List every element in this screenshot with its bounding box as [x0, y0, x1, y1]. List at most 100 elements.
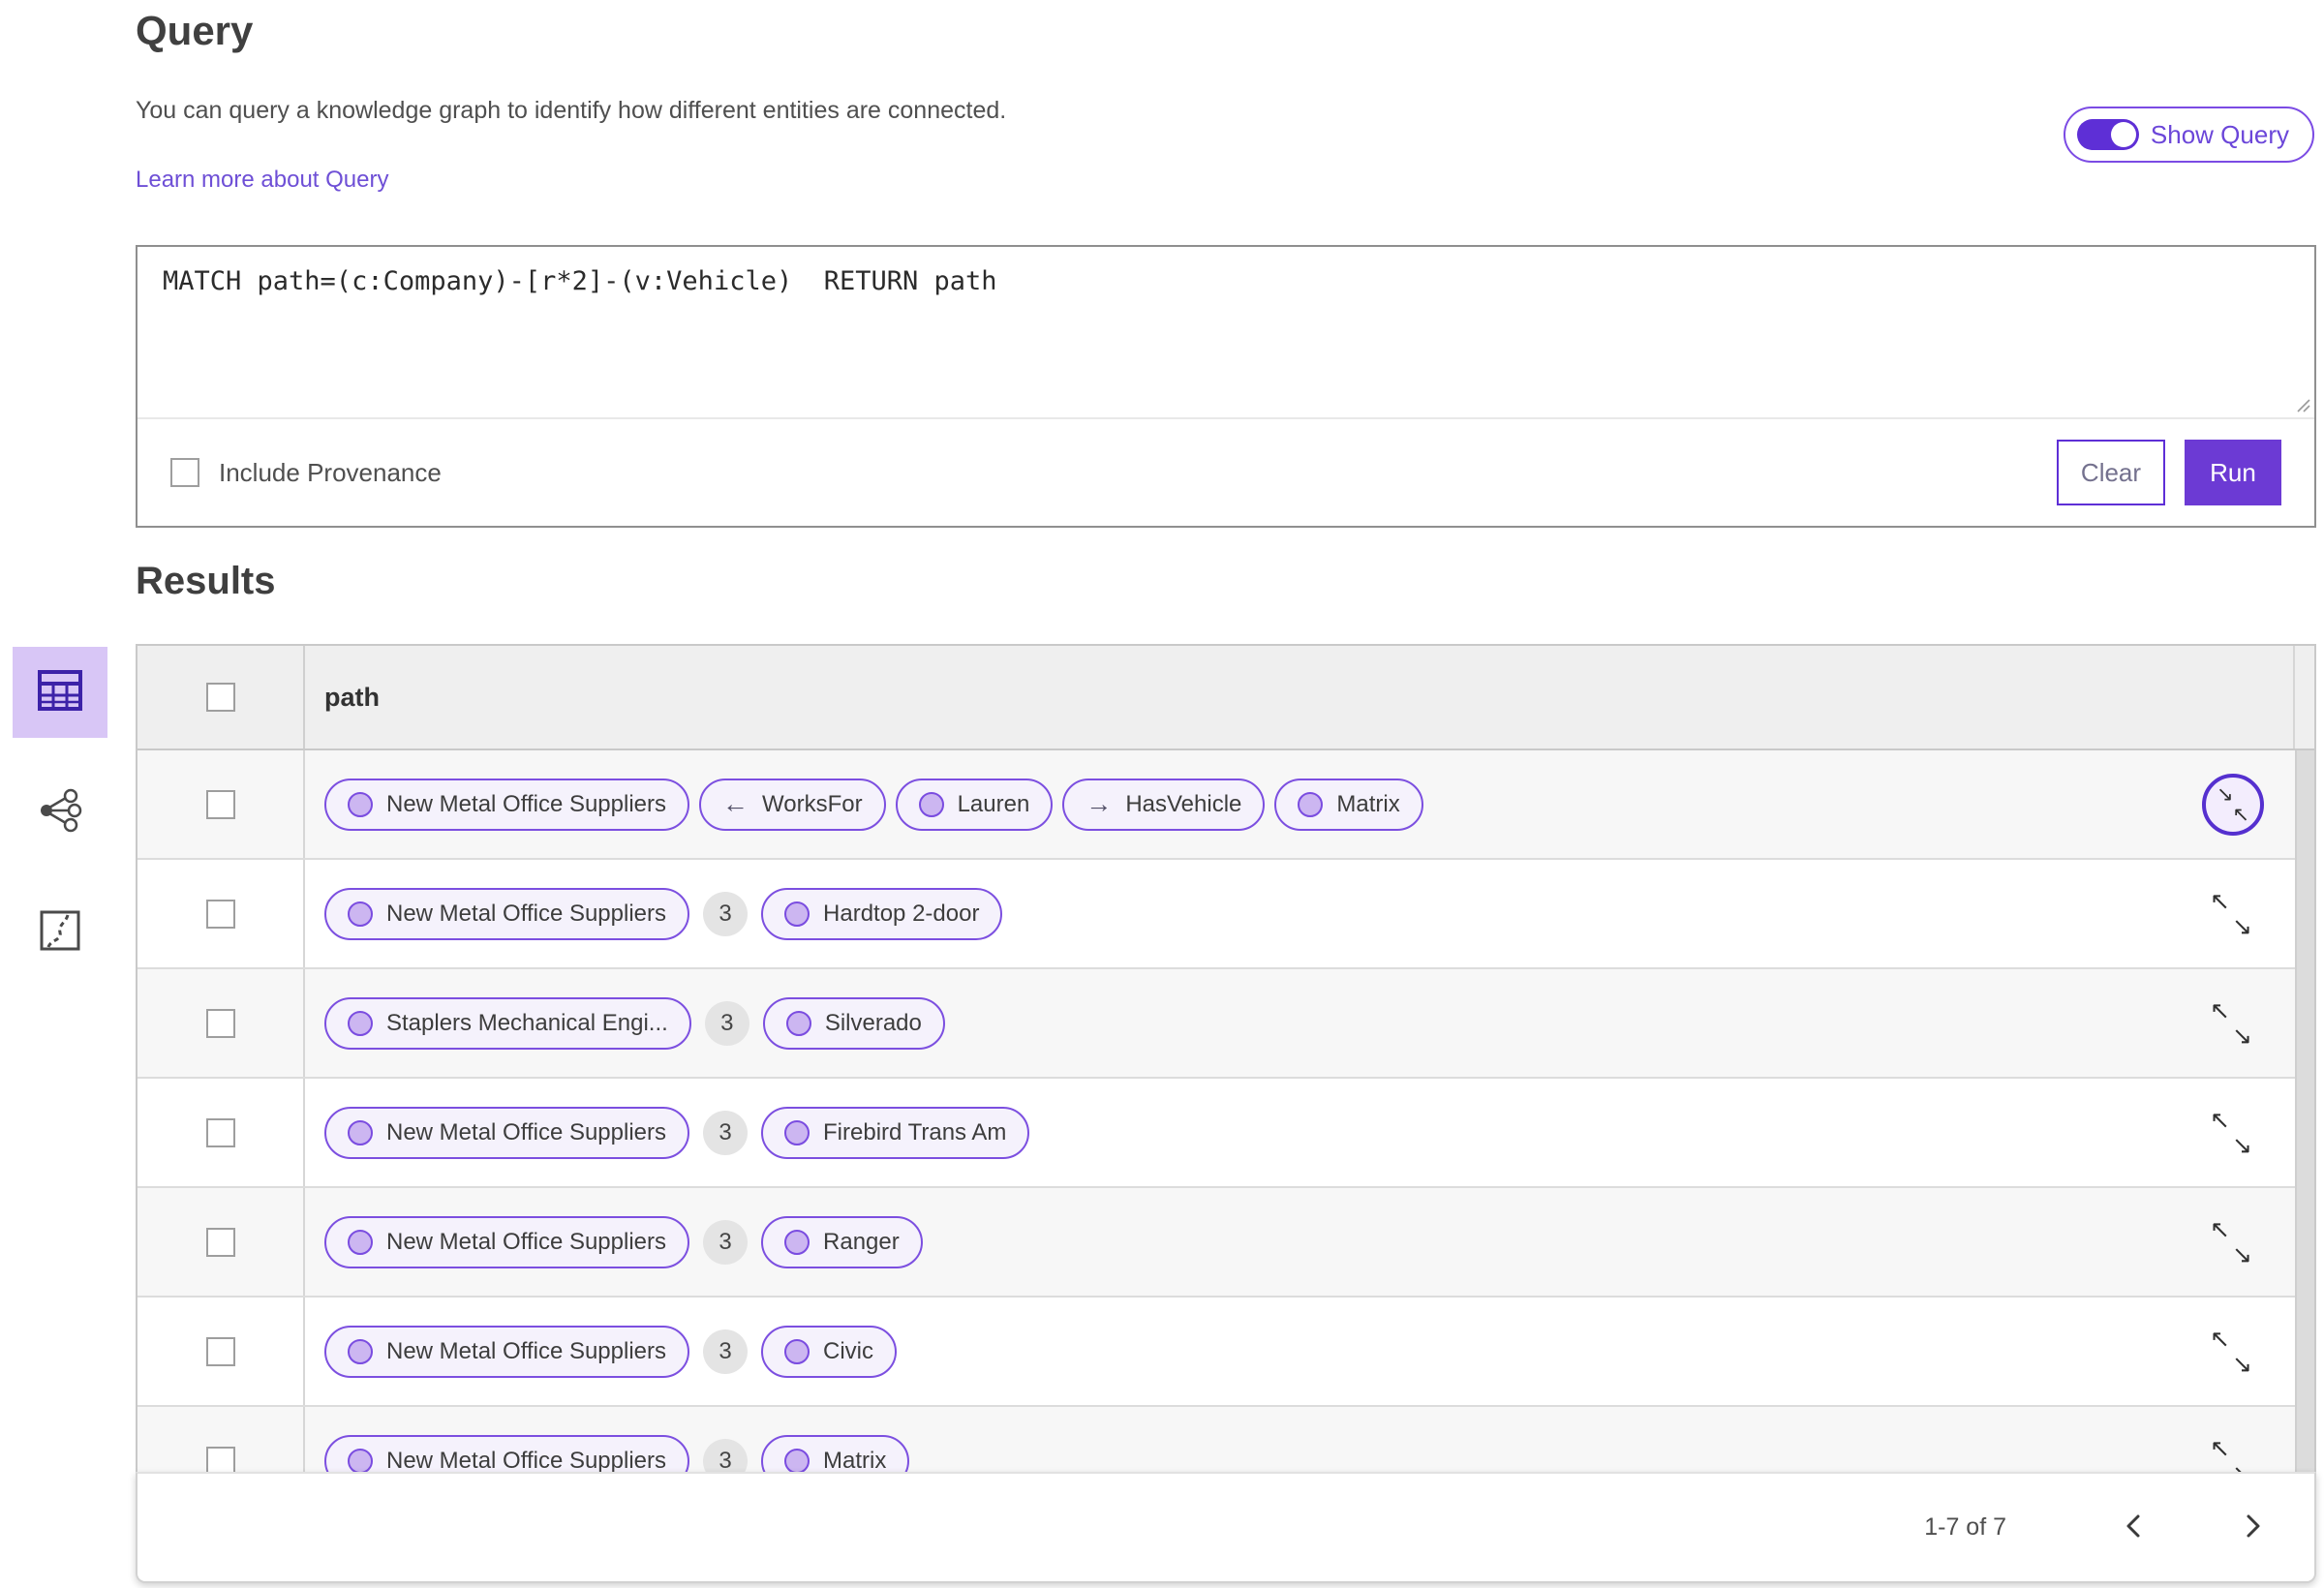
entity-node-icon	[1298, 791, 1324, 817]
entity-label: New Metal Office Suppliers	[386, 900, 667, 927]
select-all-checkbox[interactable]	[205, 683, 235, 712]
entity-pill[interactable]: Ranger	[761, 1215, 923, 1268]
link-chart-view-icon	[38, 788, 82, 838]
entity-pill[interactable]: Lauren	[895, 778, 1054, 831]
previous-page-button[interactable]	[2113, 1507, 2156, 1549]
include-provenance-checkbox[interactable]	[170, 458, 199, 487]
row-checkbox[interactable]	[205, 789, 235, 819]
pagination-range-label: 1-7 of 7	[1924, 1513, 2006, 1541]
entity-pill[interactable]: New Metal Office Suppliers	[324, 887, 690, 940]
expand-row-button[interactable]: ↖↘	[2208, 997, 2254, 1050]
results-title: Results	[136, 560, 276, 602]
entity-pill[interactable]: Hardtop 2-door	[761, 887, 1003, 940]
page-description: You can query a knowledge graph to ident…	[136, 97, 1007, 124]
entity-label: Civic	[823, 1337, 874, 1364]
expand-arrows-icon: ↖	[2210, 1106, 2230, 1134]
row-checkbox[interactable]	[205, 1008, 235, 1038]
show-query-toggle[interactable]: Show Query	[2063, 107, 2314, 163]
query-input[interactable]: MATCH path=(c:Company)-[r*2]-(v:Vehicle)…	[138, 247, 2314, 417]
row-checkbox-cell	[138, 860, 305, 967]
table-view-button[interactable]	[13, 647, 107, 738]
scroll-gutter-header	[2293, 646, 2314, 748]
link-chart-view-button[interactable]	[13, 767, 107, 858]
collapsed-hops-count-badge[interactable]: 3	[703, 1328, 749, 1374]
collapsed-hops-count-badge[interactable]: 3	[703, 1438, 749, 1472]
clear-button[interactable]: Clear	[2057, 440, 2165, 505]
entity-node-icon	[348, 1010, 373, 1036]
entity-label: Firebird Trans Am	[823, 1118, 1007, 1145]
path-column-header: path	[324, 682, 380, 712]
collapsed-hops-count-badge[interactable]: 3	[703, 891, 749, 936]
expand-row-button[interactable]: ↖↘	[2208, 1325, 2254, 1378]
relationship-pill[interactable]: → HasVehicle	[1062, 778, 1266, 831]
collapse-arrows-icon: ↖	[2232, 803, 2249, 826]
collapsed-hops-count-badge[interactable]: 3	[703, 1110, 749, 1155]
run-button[interactable]: Run	[2185, 440, 2281, 505]
select-all-cell	[138, 646, 305, 748]
entity-pill[interactable]: New Metal Office Suppliers	[324, 1106, 690, 1159]
entity-pill[interactable]: Firebird Trans Am	[761, 1106, 1030, 1159]
expand-row-button[interactable]: ↖↘	[2208, 1216, 2254, 1268]
row-checkbox-cell	[138, 1407, 305, 1472]
path-cell: Staplers Mechanical Engi... 3 Silverado	[305, 996, 2314, 1050]
expand-arrows-icon: ↘	[2232, 1459, 2252, 1473]
entity-label: Lauren	[957, 790, 1030, 817]
relationship-label: WorksFor	[762, 790, 863, 817]
relationship-pill[interactable]: ← WorksFor	[699, 778, 886, 831]
toggle-knob	[2110, 122, 2136, 147]
query-panel: MATCH path=(c:Company)-[r*2]-(v:Vehicle)…	[136, 245, 2316, 528]
entity-node-icon	[348, 901, 373, 927]
row-checkbox[interactable]	[205, 899, 235, 929]
entity-label: Matrix	[1336, 790, 1400, 817]
expand-arrows-icon: ↖	[2210, 1325, 2230, 1353]
entity-label: Matrix	[823, 1447, 887, 1473]
row-checkbox[interactable]	[205, 1446, 235, 1472]
entity-label: Silverado	[824, 1009, 922, 1036]
entity-node-icon	[918, 791, 944, 817]
entity-pill[interactable]: Civic	[761, 1325, 898, 1378]
entity-node-icon	[348, 791, 373, 817]
collapsed-hops-count-badge[interactable]: 3	[703, 1219, 749, 1265]
learn-more-link[interactable]: Learn more about Query	[136, 167, 388, 194]
entity-node-icon	[784, 901, 810, 927]
expand-arrows-icon: ↘	[2232, 1240, 2252, 1268]
map-view-button[interactable]	[13, 887, 107, 978]
row-checkbox[interactable]	[205, 1336, 235, 1366]
expand-row-button[interactable]: ↖↘	[2208, 888, 2254, 940]
entity-node-icon	[784, 1448, 810, 1472]
row-checkbox-cell	[138, 1298, 305, 1405]
entity-label: Staplers Mechanical Engi...	[386, 1009, 668, 1036]
relationship-label: HasVehicle	[1125, 790, 1242, 817]
entity-pill[interactable]: New Metal Office Suppliers	[324, 1434, 690, 1472]
entity-label: Ranger	[823, 1228, 900, 1255]
row-checkbox-cell	[138, 1188, 305, 1296]
row-checkbox[interactable]	[205, 1117, 235, 1147]
expand-row-button[interactable]: ↖↘	[2208, 1107, 2254, 1159]
entity-pill[interactable]: New Metal Office Suppliers	[324, 1325, 690, 1378]
entity-pill[interactable]: Staplers Mechanical Engi...	[324, 996, 691, 1050]
row-checkbox-cell	[138, 1079, 305, 1186]
entity-pill[interactable]: Silverado	[762, 996, 945, 1050]
entity-pill[interactable]: Matrix	[761, 1434, 910, 1473]
path-cell: New Metal Office Suppliers 3 Civic	[305, 1325, 2314, 1378]
entity-node-icon	[784, 1119, 810, 1145]
chevron-left-icon	[2122, 1513, 2147, 1542]
row-checkbox[interactable]	[205, 1227, 235, 1257]
collapse-row-button[interactable]: ↘ ↖	[2202, 773, 2264, 836]
entity-node-icon	[784, 1338, 810, 1364]
path-cell: New Metal Office Suppliers 3 Firebird Tran…	[305, 1106, 2314, 1159]
path-column-header-cell: path	[305, 683, 2293, 713]
entity-pill[interactable]: New Metal Office Suppliers	[324, 778, 690, 831]
next-page-button[interactable]	[2231, 1507, 2274, 1549]
entity-node-icon	[785, 1010, 811, 1036]
entity-pill[interactable]: Matrix	[1274, 778, 1423, 831]
collapsed-hops-count-badge[interactable]: 3	[704, 1000, 749, 1046]
expand-row-button[interactable]: ↖↘	[2208, 1435, 2254, 1473]
entity-node-icon	[348, 1229, 373, 1255]
vertical-scrollbar[interactable]	[2295, 750, 2314, 1472]
entity-pill[interactable]: New Metal Office Suppliers	[324, 1215, 690, 1268]
table-row: New Metal Office Suppliers 3 Civic ↖ ↘	[138, 1298, 2314, 1407]
pagination-bar: 1-7 of 7	[136, 1472, 2316, 1583]
toggle-on-icon[interactable]	[2076, 119, 2139, 150]
results-table: path New Metal Office Suppliers ← WorksFor…	[136, 644, 2316, 1583]
